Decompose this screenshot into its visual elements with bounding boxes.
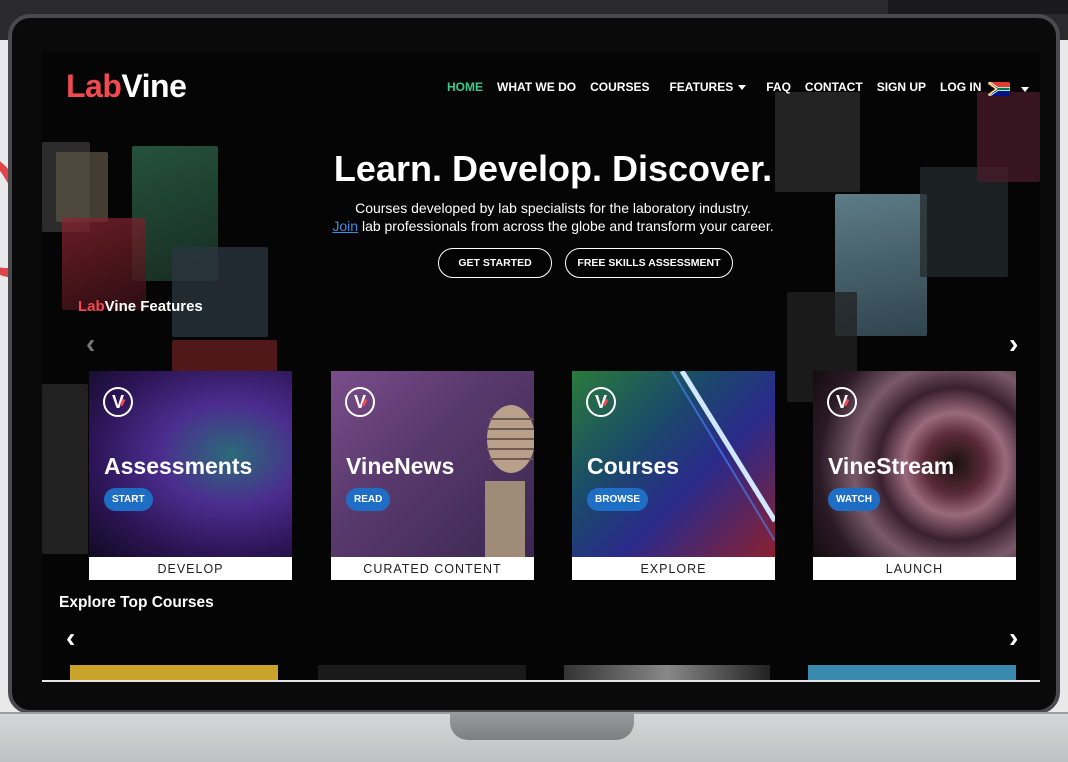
card-title: Courses: [587, 453, 680, 479]
hero-subtitle-line2-rest: lab professionals from across the globe …: [358, 218, 774, 234]
caret-down-icon: [738, 85, 747, 91]
nav-what-we-do[interactable]: WHAT WE DO: [497, 80, 576, 94]
website-screen: [42, 52, 1040, 682]
logo-vine-text: Vine: [121, 68, 187, 104]
features-next-chevron-right-icon[interactable]: ›: [1009, 330, 1018, 358]
nav-features[interactable]: FEATURES: [669, 80, 747, 94]
nav-home[interactable]: HOME: [447, 80, 483, 94]
card-footer-label: CURATED CONTENT: [331, 557, 534, 580]
join-link[interactable]: Join: [332, 218, 358, 234]
watch-button[interactable]: WATCH: [828, 488, 880, 511]
course-thumbnail[interactable]: [564, 665, 770, 680]
nav-courses[interactable]: COURSES: [590, 80, 649, 94]
explore-top-courses-heading: Explore Top Courses: [59, 594, 214, 611]
south-africa-flag-icon[interactable]: [988, 82, 1010, 96]
browse-button[interactable]: BROWSE: [587, 488, 648, 511]
features-prev-chevron-left-icon[interactable]: ‹: [86, 330, 95, 358]
read-button[interactable]: READ: [346, 488, 391, 511]
nav-faq[interactable]: FAQ: [766, 80, 791, 94]
vine-badge-icon: V: [103, 387, 133, 417]
course-thumbnail[interactable]: [808, 665, 1016, 680]
laptop-notch: [450, 712, 634, 740]
course-thumbnail[interactable]: [70, 665, 278, 680]
start-button[interactable]: START: [104, 488, 153, 511]
features-heading: LabVine Features: [78, 298, 203, 315]
free-skills-assessment-button[interactable]: FREE SKILLS ASSESSMENT: [565, 248, 733, 278]
nav-sign-up[interactable]: SIGN UP: [877, 80, 926, 94]
main-navigation: HOME WHAT WE DO COURSES FEATURES FAQ CON…: [447, 80, 995, 94]
hero-subtitle-line1: Courses developed by lab specialists for…: [355, 200, 751, 216]
vine-badge-icon: V: [586, 387, 616, 417]
card-title: VineNews: [346, 453, 455, 479]
course-thumbnail[interactable]: [318, 665, 526, 680]
features-heading-lab: Lab: [78, 298, 105, 315]
vine-badge-icon: V: [345, 387, 375, 417]
nav-contact[interactable]: CONTACT: [805, 80, 863, 94]
courses-next-chevron-right-icon[interactable]: ›: [1009, 624, 1018, 652]
feature-card-assessments[interactable]: V Assessments START DEVELOP: [89, 371, 292, 580]
features-heading-vine: Vine: [104, 298, 137, 315]
feature-card-courses[interactable]: V Courses BROWSE EXPLORE: [572, 371, 775, 580]
card-footer-label: DEVELOP: [89, 557, 292, 580]
feature-card-vinenews[interactable]: V VineNews READ CURATED CONTENT: [331, 371, 534, 580]
features-heading-rest: Features: [136, 298, 203, 315]
nav-features-label: FEATURES: [669, 80, 734, 94]
feature-card-vinestream[interactable]: V VineStream WATCH LAUNCH: [813, 371, 1016, 580]
background-book-cover: [172, 247, 268, 337]
get-started-button[interactable]: GET STARTED: [438, 248, 552, 278]
nav-log-in[interactable]: LOG IN: [940, 80, 981, 94]
microphone-image: [485, 405, 534, 557]
background-book-cover: [42, 384, 88, 554]
vine-badge-icon: V: [827, 387, 857, 417]
card-footer-label: EXPLORE: [572, 557, 775, 580]
hero-title: Learn. Develop. Discover.: [333, 148, 773, 189]
page-background-corner: [888, 0, 1068, 14]
scroll-divider: [42, 680, 1040, 682]
labvine-logo[interactable]: LabVine: [66, 68, 187, 105]
language-caret-down-icon[interactable]: [1021, 87, 1029, 92]
card-title: VineStream: [828, 453, 955, 479]
hero-subtitle-line2: Join lab professionals from across the g…: [0, 218, 1068, 234]
logo-lab-text: Lab: [66, 68, 122, 104]
card-footer-label: LAUNCH: [813, 557, 1016, 580]
card-title: Assessments: [104, 453, 253, 479]
courses-prev-chevron-left-icon[interactable]: ‹: [66, 624, 75, 652]
